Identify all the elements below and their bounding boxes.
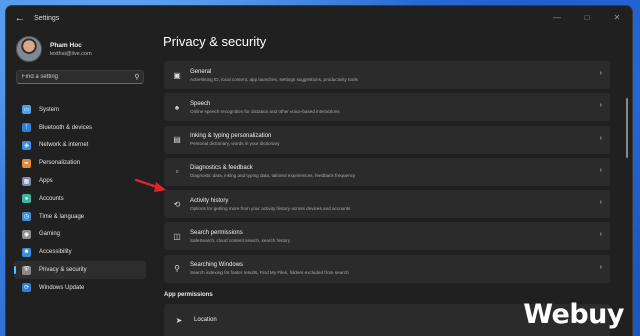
card-searching-windows[interactable]: ⚲ Searching Windows Search indexing for …	[164, 254, 610, 283]
sidebar-item-network[interactable]: ◈ Network & internet	[14, 137, 146, 155]
card-diagnostics[interactable]: ▫ Diagnostics & feedback Diagnostic data…	[164, 157, 610, 186]
sidebar-item-gaming[interactable]: ◉ Gaming	[14, 226, 146, 244]
card-subtitle: Options for getting more from your activ…	[190, 205, 351, 211]
card-speech[interactable]: ♠ Speech Online speech recognition for d…	[164, 93, 610, 122]
search-permissions-icon: ◫	[173, 231, 181, 241]
close-icon[interactable]: ✕	[602, 6, 632, 28]
lock-icon: ▣	[173, 70, 181, 80]
sidebar-item-label: Apps	[39, 178, 53, 185]
search-windows-icon: ⚲	[174, 264, 180, 274]
sidebar-item-label: Personalization	[39, 160, 81, 167]
avatar	[16, 36, 42, 62]
chevron-right-icon: ›	[599, 134, 602, 142]
red-arrow-annotation	[134, 178, 166, 192]
gamepad-icon: ◉	[22, 229, 31, 239]
card-title: Diagnostics & feedback	[190, 165, 253, 172]
card-activity-history[interactable]: ⟲ Activity history Options for getting m…	[164, 190, 610, 219]
chevron-right-icon: ›	[599, 70, 602, 77]
card-title: Search permissions	[190, 229, 243, 236]
sidebar-item-label: Gaming	[39, 231, 61, 238]
sidebar-item-label: Accounts	[39, 195, 64, 202]
sidebar-item-label: Accessibility	[39, 249, 72, 256]
sidebar-nav: ▭ System ᛏ Bluetooth & devices ◈ Network…	[14, 101, 146, 297]
sidebar-item-accessibility[interactable]: ☻ Accessibility	[14, 243, 146, 261]
page-title: Privacy & security	[163, 34, 267, 49]
sidebar-item-label: Network & internet	[39, 142, 89, 149]
chevron-right-icon: ›	[599, 166, 602, 174]
sidebar-item-label: Privacy & security	[39, 267, 87, 274]
person-icon: ●	[22, 194, 31, 204]
card-inking-typing[interactable]: ▤ Inking & typing personalization Person…	[164, 125, 610, 154]
system-icon: ▭	[22, 105, 31, 115]
shield-icon: ⛨	[22, 265, 31, 275]
card-title: Location	[194, 317, 217, 323]
sidebar-item-label: Bluetooth & devices	[39, 124, 93, 131]
bluetooth-icon: ᛏ	[22, 123, 31, 133]
chevron-right-icon: ›	[599, 263, 602, 271]
clipboard-icon: ▤	[173, 135, 181, 145]
update-icon: ⟳	[22, 283, 31, 293]
globe-clock-icon: ◷	[22, 212, 31, 222]
sidebar-item-system[interactable]: ▭ System	[14, 101, 146, 119]
sidebar-item-personalization[interactable]: ✒ Personalization	[14, 154, 146, 172]
sidebar-item-privacy-security[interactable]: ⛨ Privacy & security	[14, 261, 146, 279]
card-general[interactable]: ▣ General Advertising ID, local content,…	[164, 61, 610, 89]
sidebar-item-apps[interactable]: ▦ Apps	[14, 172, 146, 190]
chevron-right-icon: ›	[599, 231, 602, 239]
scrollbar[interactable]	[626, 98, 628, 158]
card-search-permissions[interactable]: ◫ Search permissions SafeSearch, cloud c…	[164, 222, 610, 251]
apps-icon: ▦	[22, 176, 31, 186]
title-bar: ← Settings — □ ✕	[6, 6, 632, 30]
back-arrow-icon[interactable]: ←	[12, 10, 28, 26]
chevron-right-icon: ›	[599, 199, 602, 207]
card-title: Activity history	[190, 197, 229, 204]
sidebar-item-windows-update[interactable]: ⟳ Windows Update	[14, 279, 146, 297]
card-title: Inking & typing personalization	[190, 133, 272, 140]
card-title: Speech	[190, 100, 211, 107]
profile-email: lexthai@live.com	[50, 50, 92, 57]
minimize-icon[interactable]: —	[542, 6, 572, 28]
card-title: General	[190, 68, 212, 75]
history-icon: ⟲	[173, 199, 181, 209]
search-icon[interactable]: ⚲	[131, 73, 143, 81]
chevron-right-icon: ›	[599, 102, 602, 110]
location-icon: ➤	[175, 315, 183, 325]
window-controls: — □ ✕	[542, 6, 632, 28]
wifi-icon: ◈	[22, 140, 31, 150]
card-subtitle: Online speech recognition for dictation …	[190, 108, 340, 114]
watermark-logo: Webuy	[523, 299, 624, 330]
profile-name: Pham Hoc	[50, 41, 82, 49]
card-title: Searching Windows	[190, 262, 244, 269]
maximize-icon[interactable]: □	[572, 6, 602, 28]
card-subtitle: SafeSearch, cloud content search, search…	[190, 237, 291, 243]
card-subtitle: Advertising ID, local content, app launc…	[190, 76, 358, 82]
brush-icon: ✒	[22, 158, 31, 168]
sidebar-item-label: Windows Update	[39, 284, 85, 291]
accessibility-icon: ☻	[22, 247, 31, 257]
diagnostics-icon: ▫	[175, 167, 179, 177]
section-heading-app-permissions: App permissions	[164, 292, 213, 298]
sidebar-item-accounts[interactable]: ● Accounts	[14, 190, 146, 208]
card-subtitle: Search indexing for faster results, Find…	[190, 270, 349, 276]
user-profile[interactable]: Pham Hoc lexthai@live.com	[16, 36, 92, 62]
card-subtitle: Diagnostic data, inking and typing data,…	[190, 173, 356, 179]
sidebar-item-label: Time & language	[39, 213, 85, 220]
sidebar-item-label: System	[39, 106, 60, 113]
window-title: Settings	[34, 14, 60, 22]
speech-icon: ♠	[174, 102, 180, 112]
settings-window: ← Settings — □ ✕ Pham Hoc lexthai@live.c…	[6, 6, 632, 336]
sidebar-item-bluetooth[interactable]: ᛏ Bluetooth & devices	[14, 119, 146, 137]
card-subtitle: Personal dictionary, words in your dicti…	[190, 141, 280, 147]
search-input[interactable]	[17, 74, 131, 80]
sidebar-item-time-language[interactable]: ◷ Time & language	[14, 208, 146, 226]
search-box[interactable]: ⚲	[16, 70, 144, 84]
settings-list: ▣ General Advertising ID, local content,…	[164, 61, 610, 287]
